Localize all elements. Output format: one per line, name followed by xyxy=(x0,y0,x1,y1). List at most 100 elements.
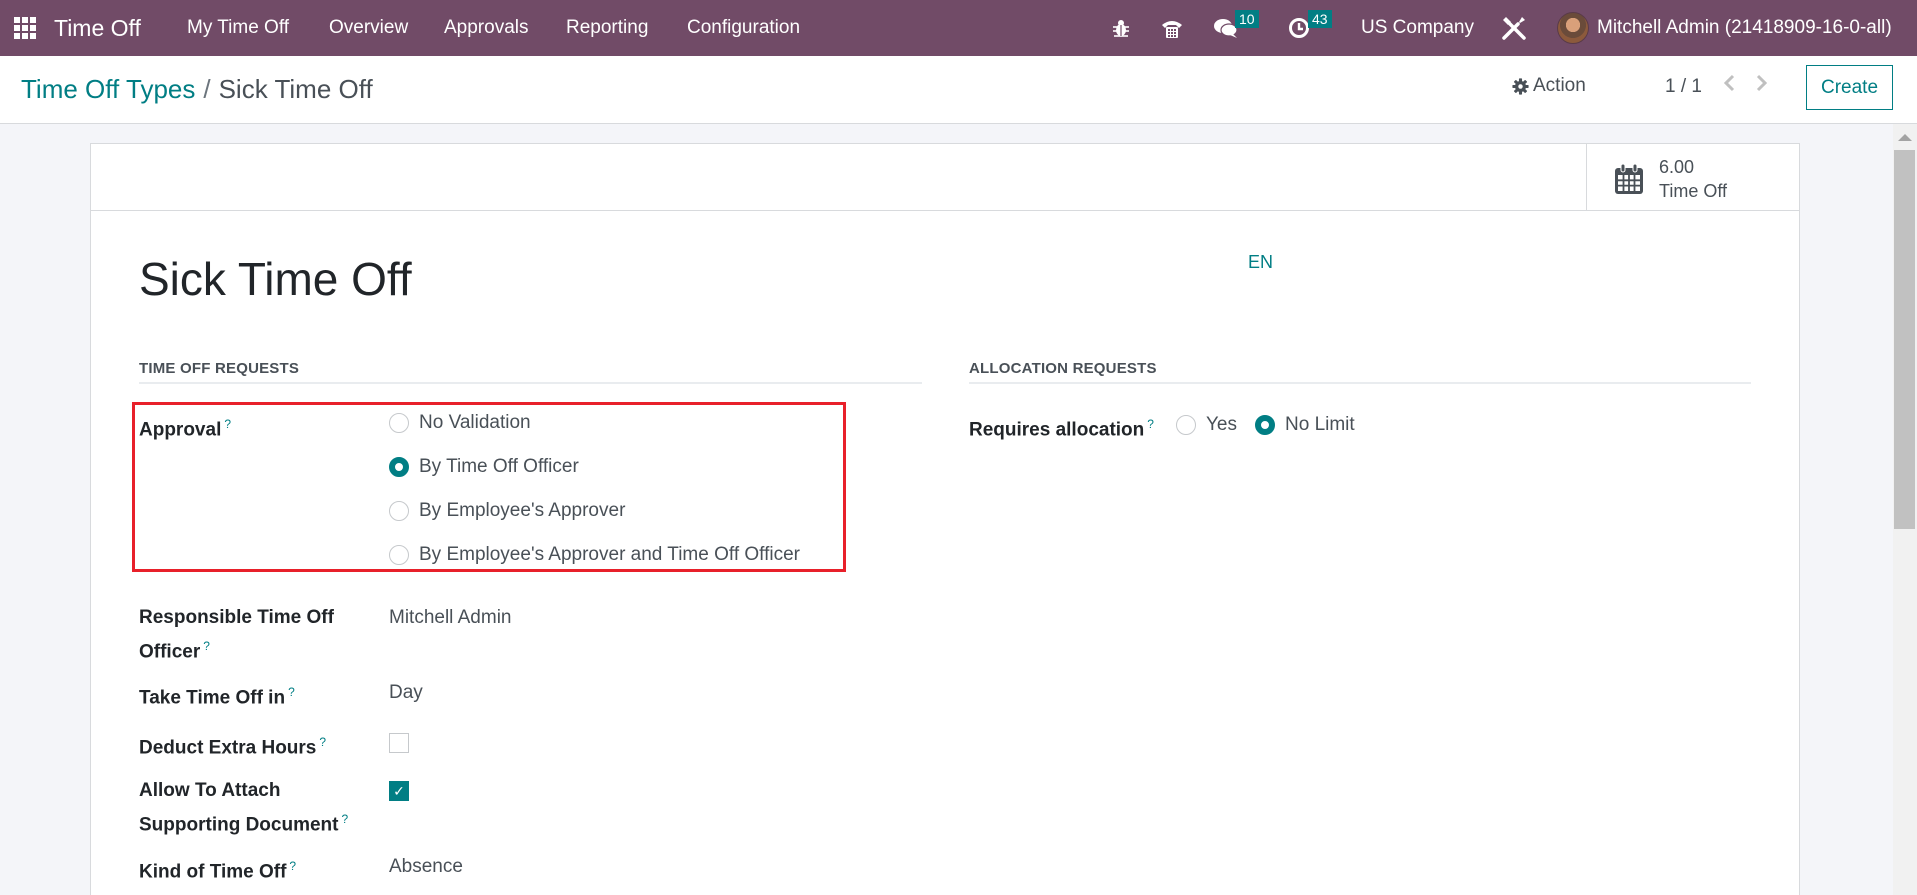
kind-of-time-off-label: Kind of Time Off? xyxy=(139,852,296,886)
pager-previous-button[interactable] xyxy=(1722,73,1736,99)
scrollbar-thumb[interactable] xyxy=(1894,150,1915,529)
radio-label: No Limit xyxy=(1285,414,1355,435)
kind-of-time-off-field[interactable]: Absence xyxy=(389,856,463,878)
scroll-up-arrow-icon[interactable] xyxy=(1898,134,1912,141)
take-time-off-in-label: Take Time Off in? xyxy=(139,678,295,712)
label-text: Kind of Time Off xyxy=(139,861,287,883)
requires-allocation-option-no-limit[interactable]: No Limit xyxy=(1255,414,1355,436)
activities-button[interactable]: 43 xyxy=(1288,0,1343,56)
approval-option-by-employees-approver[interactable]: By Employee's Approver xyxy=(389,500,625,522)
app-name[interactable]: Time Off xyxy=(54,0,141,56)
bug-icon xyxy=(1113,20,1129,37)
messages-button[interactable]: 10 xyxy=(1213,0,1263,56)
radio-button[interactable] xyxy=(389,545,409,565)
voip-button[interactable] xyxy=(1160,0,1184,56)
responsible-officer-label: Responsible Time Off Officer? xyxy=(139,603,334,666)
time-off-requests-header: TIME OFF REQUESTS xyxy=(139,360,300,377)
form-sheet: 6.00 Time Off Sick Time Off EN TIME OFF … xyxy=(90,143,1800,895)
section-divider xyxy=(139,382,922,384)
company-switcher[interactable]: US Company xyxy=(1361,0,1474,56)
label-line: Allow To Attach xyxy=(139,780,281,801)
control-panel: Time Off Types / Sick Time Off Action 1 / … xyxy=(0,56,1917,124)
vertical-scrollbar[interactable] xyxy=(1893,124,1917,895)
approval-label: Approval? xyxy=(139,410,231,444)
help-icon[interactable]: ? xyxy=(319,735,326,749)
settings-button[interactable] xyxy=(1500,0,1528,56)
label-line: Officer xyxy=(139,641,201,663)
apps-menu-button[interactable] xyxy=(14,0,36,56)
help-icon[interactable]: ? xyxy=(341,812,348,826)
action-label: Action xyxy=(1533,75,1586,96)
top-navbar: Time Off My Time Off Overview Approvals … xyxy=(0,0,1917,56)
menu-reporting[interactable]: Reporting xyxy=(566,0,648,56)
radio-button-checked[interactable] xyxy=(1255,415,1275,435)
menu-my-time-off[interactable]: My Time Off xyxy=(187,0,289,56)
label-line: Responsible Time Off xyxy=(139,607,334,628)
section-divider xyxy=(969,382,1751,384)
label-text: Deduct Extra Hours xyxy=(139,737,317,759)
stat-label: Time Off xyxy=(1659,181,1728,201)
record-title[interactable]: Sick Time Off xyxy=(139,252,412,306)
radio-button-checked[interactable] xyxy=(389,457,409,477)
deduct-extra-hours-checkbox[interactable] xyxy=(389,733,409,753)
help-icon[interactable]: ? xyxy=(289,859,296,873)
phone-icon xyxy=(1162,21,1182,38)
time-off-stat-button[interactable]: 6.00 Time Off xyxy=(1586,144,1799,210)
responsible-officer-field[interactable]: Mitchell Admin xyxy=(389,607,512,629)
check-icon: ✓ xyxy=(393,783,405,799)
help-icon[interactable]: ? xyxy=(288,685,295,699)
radio-label: Yes xyxy=(1206,414,1237,435)
approval-label-text: Approval xyxy=(139,419,222,441)
approval-option-by-approver-and-officer[interactable]: By Employee's Approver and Time Off Offi… xyxy=(389,544,800,566)
take-time-off-in-field[interactable]: Day xyxy=(389,682,423,704)
tools-icon xyxy=(1502,17,1526,40)
allocation-requests-header: ALLOCATION REQUESTS xyxy=(969,360,1157,377)
messages-count-badge: 10 xyxy=(1235,10,1259,28)
approval-option-no-validation[interactable]: No Validation xyxy=(389,412,531,434)
help-icon[interactable]: ? xyxy=(1147,417,1154,431)
clock-icon xyxy=(1289,18,1309,38)
radio-label: By Time Off Officer xyxy=(419,456,579,477)
deduct-extra-hours-label: Deduct Extra Hours? xyxy=(139,728,326,762)
label-text: Take Time Off in xyxy=(139,687,286,709)
user-name: Mitchell Admin (21418909-16-0-all) xyxy=(1597,17,1892,38)
debug-button[interactable] xyxy=(1112,0,1130,56)
pager-value[interactable]: 1 / 1 xyxy=(1665,76,1702,98)
radio-label: By Employee's Approver and Time Off Offi… xyxy=(419,544,800,565)
menu-overview[interactable]: Overview xyxy=(329,0,408,56)
help-icon[interactable]: ? xyxy=(224,417,231,431)
breadcrumb-current: Sick Time Off xyxy=(218,74,373,104)
user-menu[interactable]: Mitchell Admin (21418909-16-0-all) xyxy=(1557,0,1892,56)
radio-button[interactable] xyxy=(1176,415,1196,435)
create-button[interactable]: Create xyxy=(1806,65,1893,110)
stat-value: 6.00 xyxy=(1659,157,1695,177)
label-text: Requires allocation xyxy=(969,419,1145,441)
radio-label: By Employee's Approver xyxy=(419,500,626,521)
radio-button[interactable] xyxy=(389,501,409,521)
gear-icon xyxy=(1512,77,1529,95)
avatar xyxy=(1557,12,1589,44)
radio-label: No Validation xyxy=(419,412,531,433)
allow-attach-label: Allow To Attach Supporting Document? xyxy=(139,776,348,839)
label-line: Supporting Document xyxy=(139,814,339,836)
requires-allocation-label: Requires allocation? xyxy=(969,410,1154,444)
help-icon[interactable]: ? xyxy=(203,639,210,653)
menu-approvals[interactable]: Approvals xyxy=(444,0,529,56)
breadcrumb-separator: / xyxy=(203,74,211,104)
chevron-left-icon xyxy=(1723,74,1735,92)
language-button[interactable]: EN xyxy=(1248,252,1273,273)
apps-grid-icon xyxy=(14,17,36,39)
menu-configuration[interactable]: Configuration xyxy=(687,0,800,56)
activities-count-badge: 43 xyxy=(1308,10,1332,28)
approval-option-by-time-off-officer[interactable]: By Time Off Officer xyxy=(389,456,579,478)
pager-next-button[interactable] xyxy=(1755,73,1769,99)
chevron-right-icon xyxy=(1756,74,1768,92)
radio-button[interactable] xyxy=(389,413,409,433)
button-box: 6.00 Time Off xyxy=(91,144,1799,211)
action-menu-button[interactable]: Action xyxy=(1512,75,1586,97)
calendar-icon xyxy=(1615,163,1643,194)
breadcrumb-parent-link[interactable]: Time Off Types xyxy=(21,74,195,104)
allow-attach-checkbox[interactable]: ✓ xyxy=(389,781,409,801)
requires-allocation-option-yes[interactable]: Yes xyxy=(1176,414,1237,436)
breadcrumb: Time Off Types / Sick Time Off xyxy=(21,74,373,105)
